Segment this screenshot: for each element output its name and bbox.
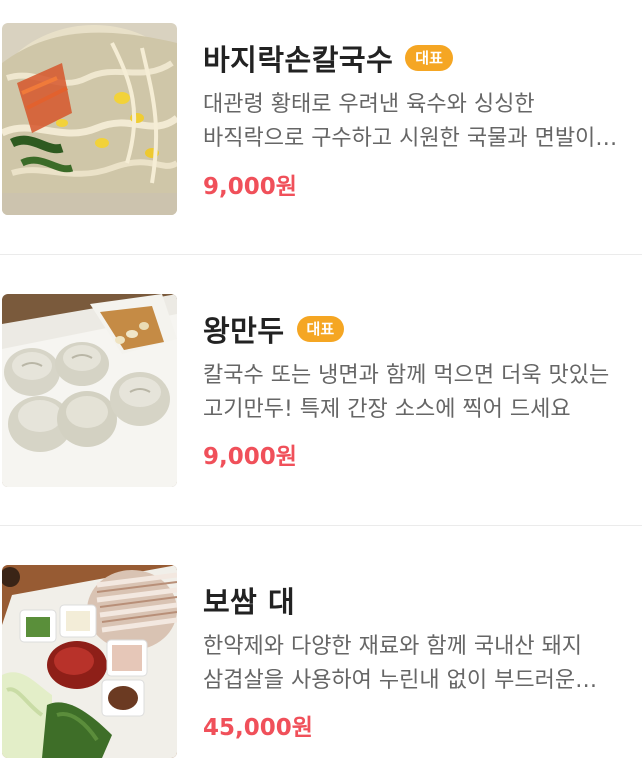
menu-title-row: 바지락손칼국수 대표 — [203, 38, 453, 78]
menu-description: 대관령 황태로 우려낸 육수와 싱싱한 바직락으로 구수하고 시원한 국물과 면… — [203, 92, 596, 151]
menu-item-wang-mandu[interactable]: 왕만두 대표 칼국수 또는 냉면과 함께 먹으면 더욱 맛있는 고기만두! 특제… — [0, 254, 642, 525]
menu-price: 9,000원 — [203, 444, 297, 470]
menu-name: 보쌈 대 — [203, 585, 296, 619]
menu-price: 9,000원 — [203, 174, 297, 200]
signature-badge: 대표 — [296, 316, 345, 342]
menu-description: 한약제와 다양한 재료와 함께 국내산 돼지 삼겹살을 사용하여 누린내 없이 … — [203, 634, 583, 693]
menu-title-row: 보쌈 대 — [203, 580, 295, 620]
menu-description: 칼국수 또는 냉면과 함께 먹으면 더욱 맛있는 고기만두! 특제 간장 소스에… — [203, 363, 610, 422]
menu-title-row: 왕만두 대표 — [203, 309, 345, 349]
menu-name: 왕만두 — [203, 314, 285, 348]
menu-name: 바지락손칼국수 — [203, 43, 394, 77]
menu-item-bossam[interactable]: 보쌈 대 한약제와 다양한 재료와 함께 국내산 돼지 삼겹살을 사용하여 누린… — [0, 525, 642, 781]
menu-item-bajirak-kalguksu[interactable]: 바지락손칼국수 대표 대관령 황태로 우려낸 육수와 싱싱한 바직락으로 구수하… — [0, 0, 642, 254]
menu-list: 바지락손칼국수 대표 대관령 황태로 우려낸 육수와 싱싱한 바직락으로 구수하… — [0, 0, 642, 781]
menu-price: 45,000원 — [203, 715, 313, 741]
menu-image-bossam[interactable] — [2, 565, 177, 758]
menu-image-mandu[interactable] — [2, 294, 177, 487]
menu-image-kalguksu[interactable] — [2, 23, 177, 215]
signature-badge: 대표 — [405, 45, 453, 71]
